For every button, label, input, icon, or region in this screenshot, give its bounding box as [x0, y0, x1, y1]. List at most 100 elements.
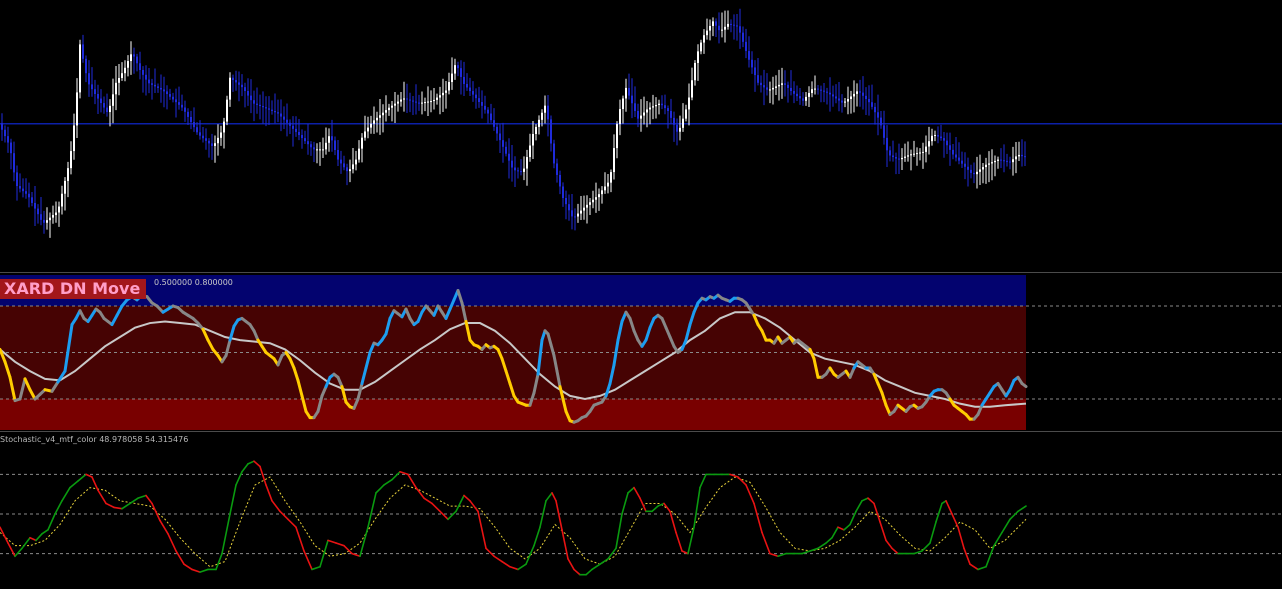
price-candle [193, 122, 195, 128]
price-candle [700, 42, 702, 52]
price-candle [421, 102, 423, 104]
price-candle [79, 44, 81, 93]
price-candle [202, 135, 204, 139]
price-candle [826, 91, 828, 93]
price-candle [838, 98, 840, 101]
price-candle [178, 102, 180, 105]
price-candle [688, 97, 690, 110]
price-candle [502, 140, 504, 147]
price-candle [535, 126, 537, 134]
price-candle [997, 159, 999, 161]
price-candle [679, 127, 681, 132]
price-candle [598, 194, 600, 198]
price-candle [49, 217, 51, 221]
price-candle [895, 157, 897, 159]
price-candle [475, 94, 477, 99]
price-candle [7, 136, 9, 143]
price-candle [703, 35, 705, 43]
price-candle [541, 112, 543, 120]
price-candle [616, 124, 618, 149]
price-candle [946, 140, 948, 146]
price-candle [544, 105, 546, 113]
price-candle [244, 87, 246, 91]
price-candle [1024, 156, 1026, 158]
price-candle [658, 103, 660, 105]
price-candle [322, 149, 324, 151]
price-candle [82, 44, 84, 59]
price-candle [250, 95, 252, 101]
price-candle [370, 123, 372, 128]
price-candle [334, 140, 336, 150]
price-candle [808, 93, 810, 97]
chart-stage [0, 0, 1282, 589]
price-candle [190, 116, 192, 123]
price-candle [4, 129, 6, 137]
price-candle [331, 136, 333, 141]
price-candle [412, 100, 414, 102]
price-candle [142, 70, 144, 75]
price-candle [796, 93, 798, 97]
price-candle [793, 90, 795, 94]
price-candle [631, 95, 633, 104]
price-candle [760, 82, 762, 86]
oscillator-title: XARD DN Move [0, 279, 147, 299]
price-candle [109, 105, 111, 113]
price-candle [601, 190, 603, 195]
price-candle [304, 138, 306, 142]
price-candle [613, 148, 615, 173]
price-candle [256, 103, 258, 105]
price-candle [868, 99, 870, 103]
price-candle [196, 127, 198, 133]
price-candle [787, 84, 789, 88]
price-candle [694, 62, 696, 81]
price-candle [988, 163, 990, 165]
price-candle [454, 65, 456, 74]
price-candle [913, 153, 915, 155]
price-candle [985, 164, 987, 168]
price-candle [187, 111, 189, 117]
price-candle [637, 110, 639, 119]
price-candle [280, 113, 282, 117]
price-candle [730, 23, 732, 25]
price-candle [232, 77, 234, 81]
price-candle [439, 95, 441, 98]
price-candle [850, 96, 852, 100]
price-candle [133, 54, 135, 57]
price-candle [235, 80, 237, 83]
price-candle [940, 136, 942, 139]
price-candle [358, 148, 360, 160]
price-candle [859, 91, 861, 93]
price-candle [976, 171, 978, 175]
price-candle [685, 109, 687, 119]
price-candle [823, 90, 825, 92]
price-candle [340, 159, 342, 164]
price-candle [604, 186, 606, 191]
price-candle [199, 132, 201, 136]
price-candle [151, 83, 153, 85]
price-candle [55, 212, 57, 216]
price-candle [163, 89, 165, 92]
price-candle [205, 138, 207, 141]
price-candle [769, 89, 771, 91]
price-candle [499, 133, 501, 141]
price-candle [16, 172, 18, 187]
price-candle [64, 180, 66, 194]
price-candle [214, 143, 216, 146]
price-candle [286, 119, 288, 123]
price-candle [757, 75, 759, 83]
price-candle [346, 167, 348, 172]
price-candle [739, 26, 741, 33]
price-candle [451, 73, 453, 83]
price-candle [277, 112, 279, 114]
price-candle [52, 215, 54, 218]
price-candle [589, 202, 591, 205]
price-candle [784, 83, 786, 85]
price-candle [727, 23, 729, 27]
price-candle [709, 25, 711, 31]
price-candle [967, 166, 969, 170]
price-candle [745, 41, 747, 52]
oscillator-zone-bottom [0, 399, 1026, 430]
price-candle [427, 101, 429, 103]
price-candle [472, 91, 474, 95]
price-candle [274, 110, 276, 113]
